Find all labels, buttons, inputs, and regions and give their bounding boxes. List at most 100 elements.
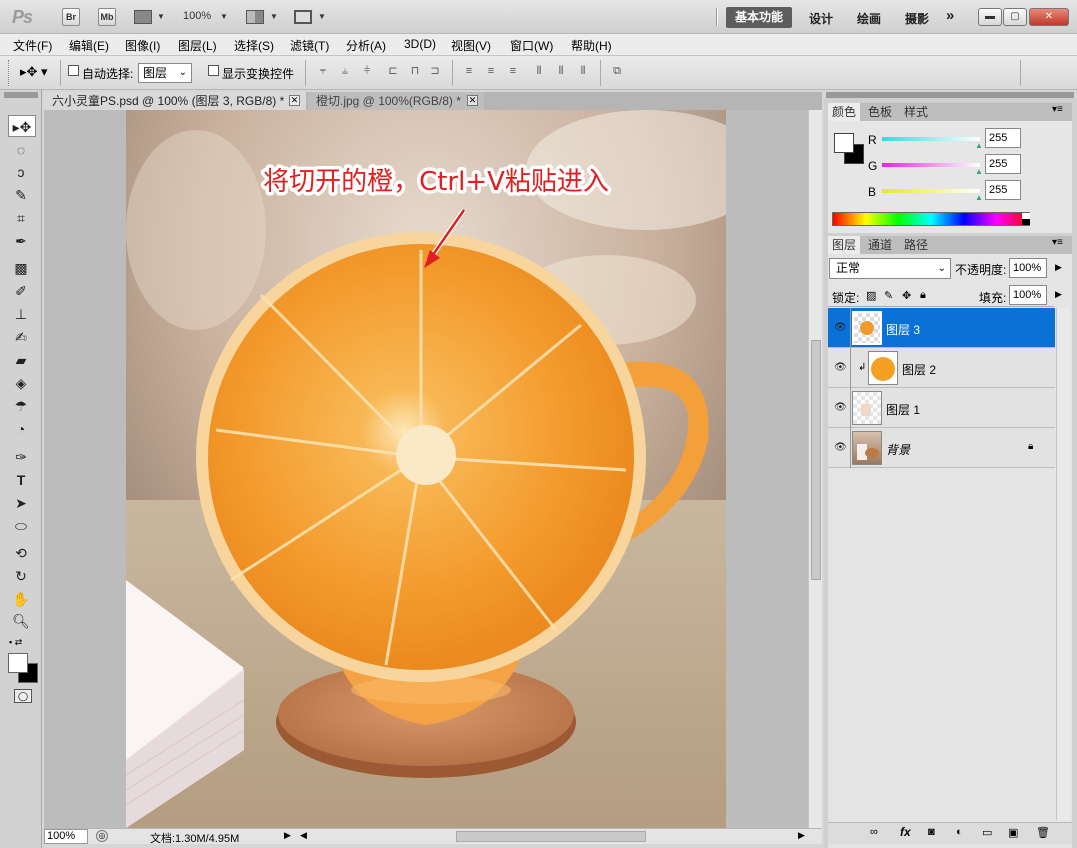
default-colors-icon[interactable]: ▪ ⇄ — [9, 637, 22, 648]
workspace-design[interactable]: 设计 — [809, 10, 833, 27]
align-hcenter-icon[interactable]: ⊓ — [408, 64, 422, 78]
blur-tool-icon[interactable]: ☂ — [8, 395, 34, 417]
bridge-button[interactable]: Br — [62, 8, 80, 26]
blend-mode-dropdown[interactable]: 正常 ⌄ — [829, 258, 951, 279]
channel-g-value[interactable]: 255 — [985, 154, 1021, 174]
opacity-arrow-icon[interactable]: ▶ — [1055, 262, 1062, 273]
3d-orbit-tool-icon[interactable]: ↻ — [8, 565, 34, 587]
menu-window[interactable]: 窗口(W) — [510, 37, 553, 54]
scroll-left-icon[interactable]: ◀ — [300, 830, 307, 841]
spectrum-bw-swatch[interactable] — [1022, 213, 1030, 225]
tab-channels[interactable]: 通道 — [864, 236, 896, 254]
panel-menu-icon[interactable]: ▾≡ — [1052, 104, 1063, 115]
visibility-eye-icon[interactable]: 👁︎ — [834, 322, 848, 333]
path-selection-tool-icon[interactable]: ➤ — [8, 492, 34, 514]
layer-name[interactable]: 图层 1 — [886, 401, 920, 418]
document-image[interactable]: 将切开的橙，Ctrl+V粘贴进入 将切开的橙，Ctrl+V粘贴进入 — [126, 110, 726, 828]
menu-help[interactable]: 帮助(H) — [571, 37, 612, 54]
clone-stamp-tool-icon[interactable]: ⊥ — [8, 303, 34, 325]
align-bottom-icon[interactable]: ⫩ — [360, 64, 374, 78]
tab-styles[interactable]: 样式 — [900, 103, 932, 121]
new-group-icon[interactable]: ▭ — [982, 826, 992, 839]
slider-handle-icon[interactable]: ▲ — [975, 141, 983, 150]
eyedropper-tool-icon[interactable]: ✒ — [8, 230, 34, 252]
crop-tool-icon[interactable]: ⌗ — [8, 207, 34, 229]
type-tool-icon[interactable]: T — [8, 469, 34, 491]
align-vcenter-icon[interactable]: ⫨ — [338, 64, 352, 78]
close-tab-icon[interactable]: ✕ — [289, 95, 300, 106]
menu-image[interactable]: 图像(I) — [125, 37, 160, 54]
layer-row-3[interactable]: 👁︎ 图层 3 — [828, 308, 1055, 348]
tab-color[interactable]: 颜色 — [828, 103, 861, 121]
visibility-eye-icon[interactable]: 👁︎ — [834, 362, 848, 373]
zoom-level[interactable]: 100% — [183, 10, 211, 22]
status-info-icon[interactable]: ◎ — [96, 830, 108, 842]
scroll-right-icon[interactable]: ▶ — [798, 830, 805, 841]
workspace-photography[interactable]: 摄影 — [905, 10, 929, 27]
foreground-color-swatch[interactable] — [834, 133, 854, 153]
status-menu-arrow-icon[interactable]: ▶ — [284, 830, 291, 841]
workspace-painting[interactable]: 绘画 — [857, 10, 881, 27]
fill-arrow-icon[interactable]: ▶ — [1055, 289, 1062, 300]
scroll-thumb[interactable] — [811, 340, 821, 580]
tab-document-1[interactable]: 六小灵童PS.psd @ 100% (图层 3, RGB/8) * — [44, 92, 306, 110]
quick-selection-tool-icon[interactable]: ✎ — [8, 184, 34, 206]
tab-document-2[interactable]: 橙切.jpg @ 100%(RGB/8) * — [308, 92, 484, 110]
layer-name[interactable]: 图层 3 — [886, 321, 920, 338]
vertical-scrollbar[interactable] — [808, 110, 822, 828]
view-extras-icon[interactable] — [134, 10, 152, 24]
layer-row-background[interactable]: 👁︎ 背景 🔒︎ — [828, 428, 1055, 468]
layer-row-2[interactable]: 👁︎ ↲ 图层 2 — [828, 348, 1055, 388]
3d-rotate-tool-icon[interactable]: ⟲ — [8, 542, 34, 564]
channel-b-value[interactable]: 255 — [985, 180, 1021, 200]
arrange-documents-icon[interactable] — [246, 10, 264, 24]
layer-name[interactable]: 背景 — [886, 441, 910, 458]
slider-handle-icon[interactable]: ▲ — [975, 193, 983, 202]
menu-layer[interactable]: 图层(L) — [178, 37, 217, 54]
distribute-bottom-icon[interactable]: ≡ — [506, 64, 520, 78]
layer-name[interactable]: 图层 2 — [902, 361, 936, 378]
visibility-eye-icon[interactable]: 👁︎ — [834, 442, 848, 453]
layers-scrollbar[interactable] — [1056, 308, 1070, 820]
color-spectrum-bar[interactable] — [832, 212, 1030, 226]
move-tool-preset-icon[interactable]: ▸✥ ▾ — [20, 64, 48, 80]
foreground-color-swatch[interactable] — [8, 653, 28, 673]
distribute-vcenter-icon[interactable]: ≡ — [484, 64, 498, 78]
align-right-icon[interactable]: ⊐ — [428, 64, 442, 78]
link-layers-icon[interactable]: ∞ — [870, 826, 878, 838]
menu-filter[interactable]: 滤镜(T) — [290, 37, 329, 54]
distribute-top-icon[interactable]: ≡ — [462, 64, 476, 78]
channel-r-value[interactable]: 255 — [985, 128, 1021, 148]
show-transform-checkbox[interactable] — [208, 65, 219, 79]
maximize-button[interactable]: ▢ — [1003, 8, 1027, 26]
spot-healing-tool-icon[interactable]: ▩ — [8, 257, 34, 279]
chevron-down-icon[interactable]: ▼ — [157, 12, 165, 21]
align-left-icon[interactable]: ⊏ — [386, 64, 400, 78]
paint-bucket-tool-icon[interactable]: ◈ — [8, 372, 34, 394]
auto-align-icon[interactable]: ⧉ — [610, 64, 624, 78]
layer-row-1[interactable]: 👁︎ 图层 1 — [828, 388, 1055, 428]
lock-transparent-icon[interactable]: ▨ — [866, 289, 876, 302]
close-button[interactable]: ✕ — [1029, 8, 1069, 26]
tab-swatches[interactable]: 色板 — [864, 103, 896, 121]
zoom-tool-icon[interactable]: 🔍︎ — [8, 610, 34, 632]
menu-3d[interactable]: 3D(D) — [404, 37, 436, 51]
dodge-tool-icon[interactable]: ◔ — [8, 418, 34, 440]
menu-view[interactable]: 视图(V) — [451, 37, 491, 54]
eraser-tool-icon[interactable]: ▰ — [8, 349, 34, 371]
history-brush-tool-icon[interactable]: ✍ — [8, 326, 34, 348]
horizontal-scroll-thumb[interactable] — [456, 831, 646, 842]
channel-g-slider[interactable] — [882, 163, 980, 167]
distribute-hcenter-icon[interactable]: ⦀ — [554, 64, 568, 78]
slider-handle-icon[interactable]: ▲ — [975, 167, 983, 176]
chevron-down-icon[interactable]: ▼ — [270, 12, 278, 21]
menu-select[interactable]: 选择(S) — [234, 37, 274, 54]
ellipse-tool-icon[interactable]: ⬭ — [8, 515, 34, 537]
marquee-tool-icon[interactable]: ◌ — [8, 139, 34, 161]
fill-value[interactable]: 100% — [1009, 285, 1047, 305]
pen-tool-icon[interactable]: ✑ — [8, 446, 34, 468]
chevron-down-icon[interactable]: ▼ — [318, 12, 326, 21]
panel-menu-icon[interactable]: ▾≡ — [1052, 237, 1063, 248]
distribute-right-icon[interactable]: ⦀ — [576, 64, 590, 78]
brush-tool-icon[interactable]: ✐ — [8, 280, 34, 302]
